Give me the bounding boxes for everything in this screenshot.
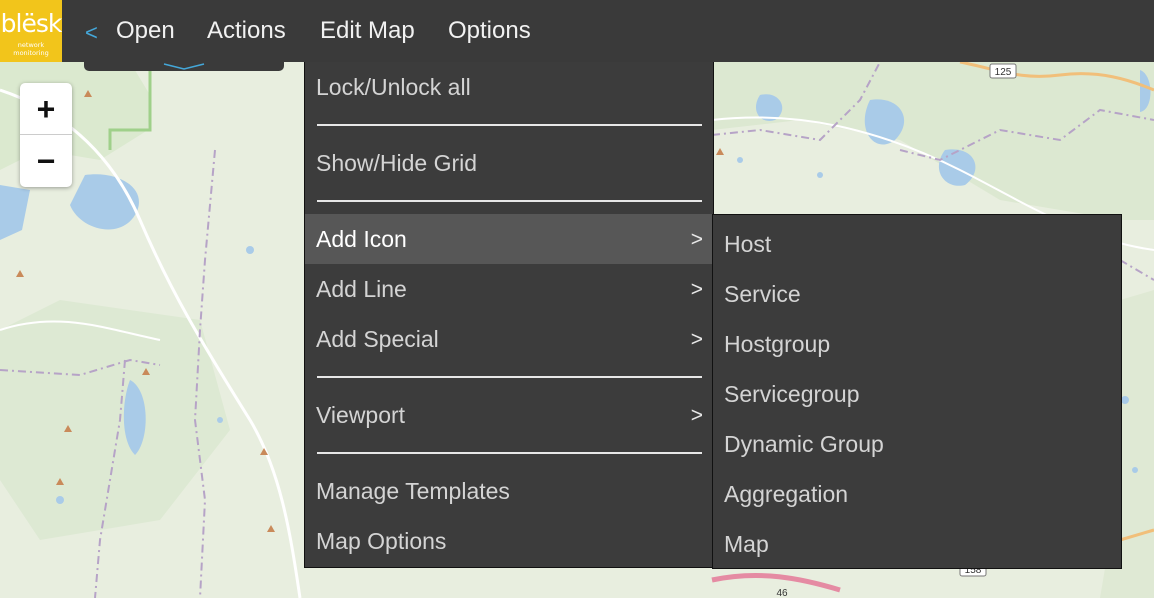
logo-wordmark: blësk: [0, 9, 62, 38]
edit-map-menu: Lock/Unlock all Show/Hide Grid Add Icon …: [304, 62, 714, 568]
submenu-item-label: Aggregation: [724, 481, 849, 507]
submenu-item-dynamic-group[interactable]: Dynamic Group: [713, 417, 1121, 467]
menu-divider: [317, 376, 702, 378]
nav-options[interactable]: Options: [448, 17, 531, 45]
menu-item-label: Manage Templates: [316, 478, 510, 504]
submenu-item-label: Host: [724, 231, 772, 257]
zoom-out-button[interactable]: −: [20, 135, 72, 187]
blesk-logo[interactable]: blësk network monitoring: [0, 0, 62, 62]
submenu-item-label: Dynamic Group: [724, 431, 884, 457]
menu-divider: [317, 124, 702, 126]
nav-edit-map[interactable]: Edit Map: [320, 17, 415, 45]
menu-item-label: Viewport: [316, 402, 406, 428]
menu-item-manage-templates[interactable]: Manage Templates: [305, 466, 713, 516]
zoom-in-button[interactable]: +: [20, 83, 72, 135]
submenu-item-service[interactable]: Service: [713, 267, 1121, 317]
menu-divider: [317, 200, 702, 202]
submenu-item-aggregation[interactable]: Aggregation: [713, 467, 1121, 517]
submenu-arrow-icon: >: [690, 328, 703, 351]
menu-item-show-hide-grid[interactable]: Show/Hide Grid: [305, 138, 713, 188]
menu-item-label: Add Line: [316, 276, 407, 302]
submenu-item-hostgroup[interactable]: Hostgroup: [713, 317, 1121, 367]
menu-item-label: Show/Hide Grid: [316, 150, 478, 176]
submenu-item-label: Servicegroup: [724, 381, 860, 407]
submenu-arrow-icon: >: [690, 278, 703, 301]
zoom-control: + −: [20, 83, 72, 187]
route-label-46: 46: [776, 588, 788, 598]
logo-tagline: network monitoring: [13, 41, 49, 57]
menu-item-label: Lock/Unlock all: [316, 74, 471, 100]
menu-item-add-icon[interactable]: Add Icon >: [305, 214, 713, 264]
add-icon-submenu: Host Service Hostgroup Servicegroup Dyna…: [712, 214, 1122, 569]
collapse-toggle[interactable]: [84, 62, 284, 71]
menu-item-label: Add Icon: [316, 226, 407, 252]
route-shield-125: 125: [995, 67, 1012, 78]
menu-item-map-options[interactable]: Map Options: [305, 516, 713, 566]
submenu-arrow-icon: >: [690, 228, 703, 251]
menu-item-label: Add Special: [316, 326, 439, 352]
submenu-item-label: Map: [724, 531, 769, 557]
submenu-arrow-icon: >: [690, 404, 703, 427]
chevron-down-icon: [163, 63, 205, 70]
submenu-item-map[interactable]: Map: [713, 517, 1121, 567]
nav-open[interactable]: Open: [116, 17, 175, 45]
submenu-item-label: Hostgroup: [724, 331, 831, 357]
submenu-item-host[interactable]: Host: [713, 217, 1121, 267]
menu-divider: [317, 452, 702, 454]
submenu-item-servicegroup[interactable]: Servicegroup: [713, 367, 1121, 417]
menu-item-label: Map Options: [316, 528, 447, 554]
nav-actions[interactable]: Actions: [207, 17, 286, 45]
menu-item-viewport[interactable]: Viewport >: [305, 390, 713, 440]
menu-item-add-special[interactable]: Add Special >: [305, 314, 713, 364]
chevron-left-icon[interactable]: <: [85, 20, 98, 46]
submenu-item-label: Service: [724, 281, 801, 307]
menu-item-lock-unlock-all[interactable]: Lock/Unlock all: [305, 62, 713, 112]
top-navigation-bar: blësk network monitoring < Open Actions …: [0, 0, 1154, 62]
menu-item-add-line[interactable]: Add Line >: [305, 264, 713, 314]
